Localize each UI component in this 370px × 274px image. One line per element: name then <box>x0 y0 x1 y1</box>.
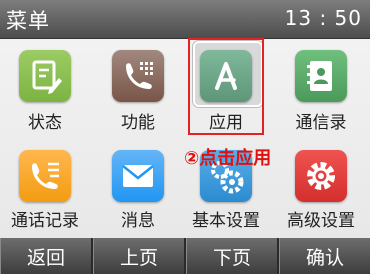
message-icon <box>112 150 164 202</box>
menu-item-label: 基本设置 <box>192 211 260 231</box>
phone-screen: 菜单 13 : 50 状态 功能 应用 通信录 通话记录 消息 基本设置 高级设… <box>0 0 370 274</box>
confirm-softkey[interactable]: 确认 <box>279 238 370 274</box>
page-title: 菜单 <box>6 9 50 33</box>
menu-item-messages[interactable]: 消息 <box>93 40 183 231</box>
menu-item-label: 高级设置 <box>287 211 355 231</box>
menu-item-call-log[interactable]: 通话记录 <box>0 40 90 231</box>
clock: 13 : 50 <box>284 6 362 30</box>
menu-item-advanced-settings[interactable]: 高级设置 <box>276 40 366 231</box>
advanced-settings-icon <box>295 150 347 202</box>
step-annotation: ②点击应用 <box>184 148 272 169</box>
menu-item-label: 消息 <box>121 211 155 231</box>
menu-item-basic-settings[interactable]: 基本设置 <box>181 40 271 231</box>
back-softkey[interactable]: 返回 <box>0 238 93 274</box>
prev-page-softkey[interactable]: 上页 <box>93 238 186 274</box>
next-page-softkey[interactable]: 下页 <box>186 238 279 274</box>
title-bar: 菜单 13 : 50 <box>0 0 370 39</box>
menu-item-label: 通话记录 <box>11 211 79 231</box>
call-log-icon <box>19 150 71 202</box>
softkey-bar: 返回 上页 下页 确认 <box>0 238 370 274</box>
